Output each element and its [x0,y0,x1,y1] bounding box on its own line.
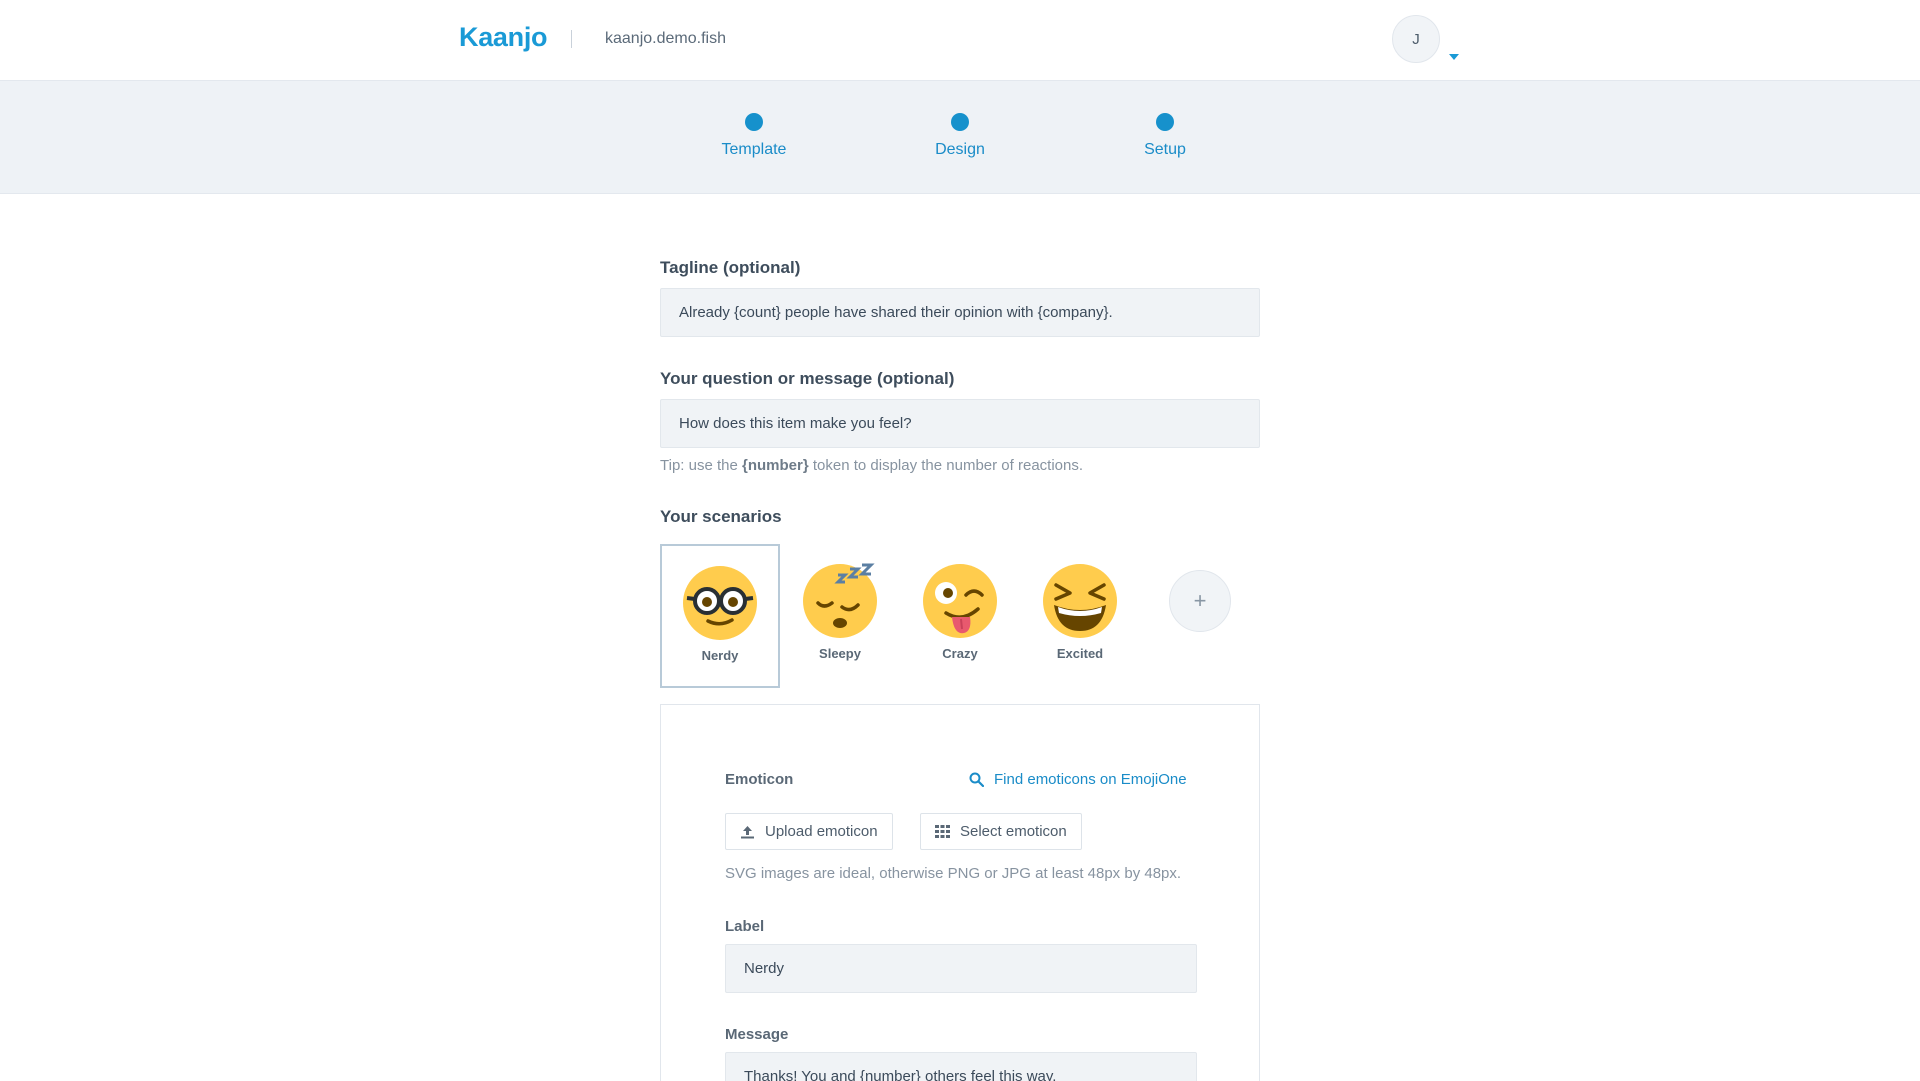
scenario-nerdy[interactable]: Nerdy [660,544,780,688]
step-template[interactable]: Template [684,113,824,159]
upload-icon [740,825,755,839]
tip-prefix: Tip: use the [660,457,742,474]
app-logo[interactable]: Kaanjo [459,22,548,53]
sleeping-face-emoji-icon [803,563,877,638]
select-emoticon-label: Select emoticon [960,823,1067,840]
message-field-label: Message [725,1026,789,1043]
upload-emoticon-button[interactable]: Upload emoticon [725,813,893,850]
scenario-label: Nerdy [701,648,739,663]
step-setup[interactable]: Setup [1095,113,1235,159]
step-label: Design [935,141,985,158]
token-tip: Tip: use the {number} token to display t… [660,457,1083,474]
message-input[interactable] [725,1052,1197,1081]
question-input[interactable] [660,399,1260,448]
upload-emoticon-label: Upload emoticon [765,823,878,840]
select-emoticon-button[interactable]: Select emoticon [920,813,1082,850]
site-domain: kaanjo.demo.fish [605,30,726,47]
user-avatar[interactable]: J [1392,15,1440,63]
label-input[interactable] [725,944,1197,993]
scenario-editor-panel: Emoticon Find emoticons on EmojiOne Uplo… [660,704,1260,1081]
find-emoticons-text: Find emoticons on EmojiOne [994,771,1187,788]
add-scenario-button[interactable]: + [1169,570,1231,632]
top-bar: Kaanjo kaanjo.demo.fish J [0,0,1920,81]
step-design[interactable]: Design [890,113,1030,159]
avatar-initial: J [1412,30,1420,48]
nerd-face-emoji-icon [683,566,757,640]
image-size-hint: SVG images are ideal, otherwise PNG or J… [725,865,1182,882]
progress-stepper: Template Design Setup [0,81,1920,194]
tip-suffix: token to display the number of reactions… [808,457,1084,474]
grid-icon [935,825,950,838]
scenario-label: Excited [1056,646,1104,661]
chevron-down-icon[interactable] [1449,54,1459,60]
scenario-crazy[interactable]: Crazy [900,544,1020,688]
step-dot [951,113,969,131]
find-emoticons-link[interactable]: Find emoticons on EmojiOne [969,771,1187,788]
grinning-squinting-face-emoji-icon [1043,564,1117,638]
winking-tongue-face-emoji-icon [923,564,997,638]
tagline-input[interactable] [660,288,1260,337]
step-label: Setup [1144,141,1186,158]
label-field-label: Label [725,918,765,935]
scenarios-label: Your scenarios [660,507,782,526]
search-icon [969,772,984,787]
scenario-list: Nerdy Sleepy Crazy Excited + [660,544,1260,688]
plus-icon: + [1193,588,1207,613]
scenario-excited[interactable]: Excited [1020,544,1140,688]
question-label: Your question or message (optional) [660,369,955,388]
tagline-label: Tagline (optional) [660,258,801,277]
step-label: Template [721,141,787,158]
scenario-label: Crazy [942,646,978,661]
scenario-label: Sleepy [819,646,861,661]
step-dot [1156,113,1174,131]
step-dot [745,113,763,131]
scenario-sleepy[interactable]: Sleepy [780,544,900,688]
emoticon-label: Emoticon [725,771,794,788]
tip-token: {number} [742,457,809,474]
header-divider [571,30,572,48]
